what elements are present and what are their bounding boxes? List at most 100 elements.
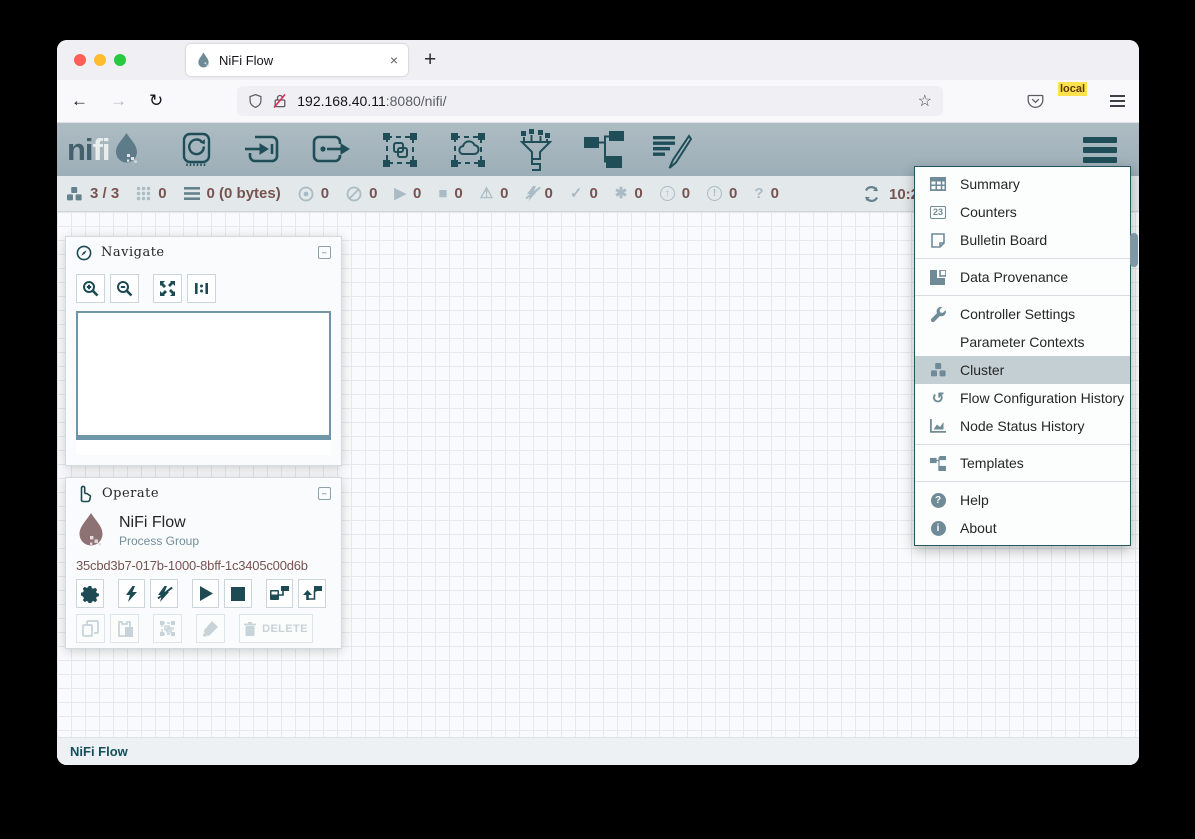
forward-icon[interactable]: → — [110, 91, 127, 111]
menu-item-parameter-contexts[interactable]: Parameter Contexts — [915, 328, 1130, 356]
breadcrumb[interactable]: NiFi Flow — [70, 744, 128, 759]
running-count: 0 — [413, 185, 421, 202]
menu-label: Summary — [960, 176, 1020, 192]
logo-text-fi: fi — [93, 132, 110, 168]
menu-divider — [915, 258, 1130, 259]
profile-avatar[interactable]: local — [1066, 90, 1088, 112]
breadcrumb-bar: NiFi Flow — [57, 737, 1139, 765]
new-tab-button[interactable]: + — [424, 48, 436, 72]
profile-label: local — [1058, 82, 1087, 96]
menu-item-data-provenance[interactable]: Data Provenance — [915, 263, 1130, 291]
zoom-out-button[interactable] — [110, 274, 139, 303]
menu-label: Controller Settings — [960, 306, 1075, 322]
process-group-component-icon[interactable] — [378, 129, 422, 171]
processor-component-icon[interactable] — [174, 129, 218, 171]
stale-count: 0 — [682, 185, 690, 202]
locally-modified-status: ✱ 0 — [615, 185, 643, 202]
menu-label: Cluster — [960, 362, 1004, 378]
operate-buttons-row-2: DELETE — [66, 614, 341, 649]
global-menu-button[interactable] — [1083, 133, 1117, 167]
zoom-fit-button[interactable] — [153, 274, 182, 303]
locally-modified-stale-status: ! 0 — [707, 185, 737, 202]
menu-item-cluster[interactable]: Cluster — [915, 356, 1130, 384]
queued-icon — [184, 187, 200, 201]
enable-button[interactable] — [118, 579, 146, 608]
label-component-icon[interactable] — [650, 129, 694, 171]
collapse-operate-button[interactable]: – — [318, 487, 331, 500]
url-bar[interactable]: 192.168.40.11:8080/nifi/ ☆ — [237, 86, 943, 116]
url-path: :8080/nifi/ — [386, 93, 447, 109]
pocket-icon[interactable] — [1027, 93, 1044, 109]
reload-icon[interactable]: ↻ — [149, 91, 163, 111]
shield-icon[interactable] — [248, 93, 263, 109]
zoom-in-button[interactable] — [76, 274, 105, 303]
menu-label: Parameter Contexts — [960, 334, 1085, 350]
insecure-lock-icon[interactable] — [272, 93, 288, 109]
invalid-count: 0 — [500, 185, 508, 202]
tab-bar: NiFi Flow × + — [57, 40, 1139, 80]
refresh-icon[interactable] — [863, 186, 880, 202]
browser-menu-icon[interactable] — [1110, 92, 1125, 109]
queued-count: 0 (0 bytes) — [207, 185, 281, 202]
birdseye-view[interactable] — [76, 311, 331, 440]
provenance-icon — [928, 270, 948, 285]
menu-item-node-status-history[interactable]: Node Status History — [915, 412, 1130, 440]
configure-button[interactable] — [76, 579, 104, 608]
menu-item-summary[interactable]: Summary — [915, 170, 1130, 198]
menu-item-flow-configuration-history[interactable]: ↺ Flow Configuration History — [915, 384, 1130, 412]
menu-item-controller-settings[interactable]: Controller Settings — [915, 300, 1130, 328]
close-window-button[interactable] — [74, 54, 86, 66]
disabled-count: 0 — [545, 185, 553, 202]
threads-icon — [136, 186, 151, 201]
template-component-icon[interactable] — [582, 129, 626, 171]
bookmark-star-icon[interactable]: ☆ — [918, 91, 932, 111]
locally-modified-stale-count: 0 — [729, 185, 737, 202]
browser-window: NiFi Flow × + ← → ↻ 192.168.40.11:8080/n… — [57, 40, 1139, 765]
counter-icon: 23 — [928, 206, 948, 219]
minimize-window-button[interactable] — [94, 54, 106, 66]
browser-tab[interactable]: NiFi Flow × — [186, 44, 408, 76]
copy-button[interactable] — [76, 614, 105, 643]
fill-color-button[interactable] — [196, 614, 225, 643]
input-port-component-icon[interactable] — [242, 129, 286, 171]
cluster-icon — [66, 186, 83, 202]
paste-button[interactable] — [110, 614, 139, 643]
menu-item-about[interactable]: i About — [915, 514, 1130, 542]
menu-item-counters[interactable]: 23 Counters — [915, 198, 1130, 226]
navigate-header[interactable]: Navigate – — [66, 237, 341, 268]
menu-label: Node Status History — [960, 418, 1085, 434]
remote-process-group-component-icon[interactable] — [446, 129, 490, 171]
menu-divider — [915, 295, 1130, 296]
menu-item-help[interactable]: ? Help — [915, 486, 1130, 514]
locally-modified-count: 0 — [634, 185, 642, 202]
running-icon: ▶ — [394, 186, 406, 201]
funnel-component-icon[interactable] — [514, 129, 558, 171]
upload-template-button[interactable] — [298, 579, 326, 608]
tab-title: NiFi Flow — [219, 53, 390, 68]
back-icon[interactable]: ← — [71, 91, 88, 111]
stop-button[interactable] — [224, 579, 252, 608]
zoom-window-button[interactable] — [114, 54, 126, 66]
invalid-icon: ⚠ — [480, 186, 493, 201]
tab-favicon-nifi-drop-icon — [196, 52, 211, 68]
start-button[interactable] — [192, 579, 220, 608]
save-template-button[interactable] — [266, 579, 294, 608]
process-group-drop-icon — [76, 512, 106, 550]
group-button[interactable] — [153, 614, 182, 643]
threads-count: 0 — [158, 185, 166, 202]
stopped-status: ■ 0 — [438, 185, 462, 202]
operate-header[interactable]: Operate – — [66, 478, 341, 509]
scrollbar-thumb[interactable] — [1130, 233, 1138, 267]
tab-close-icon[interactable]: × — [390, 52, 398, 68]
disabled-icon — [526, 186, 538, 201]
menu-item-templates[interactable]: Templates — [915, 449, 1130, 477]
zoom-actual-size-button[interactable] — [187, 274, 216, 303]
output-port-component-icon[interactable] — [310, 129, 354, 171]
collapse-navigate-button[interactable]: – — [318, 246, 331, 259]
disable-button[interactable] — [150, 579, 178, 608]
menu-item-bulletin-board[interactable]: Bulletin Board — [915, 226, 1130, 254]
logo-text-ni: ni — [67, 132, 93, 168]
hand-pointer-icon — [76, 485, 93, 503]
delete-button[interactable]: DELETE — [239, 614, 313, 643]
operate-title: Operate — [102, 486, 318, 501]
